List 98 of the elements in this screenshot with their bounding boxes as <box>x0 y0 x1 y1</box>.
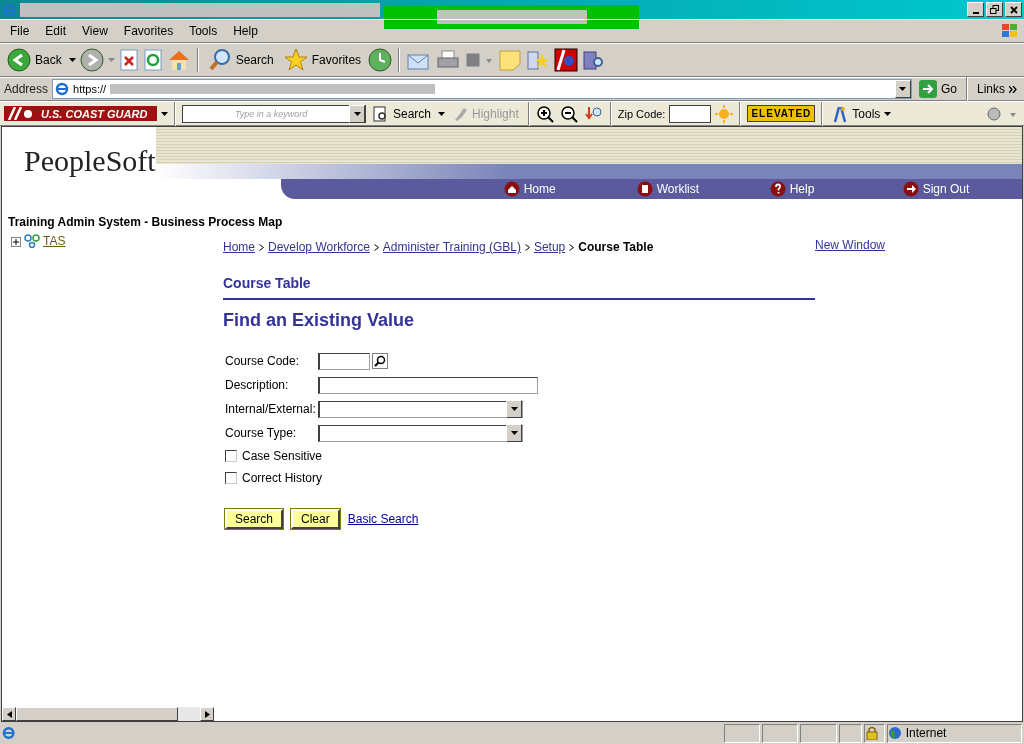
field-label: Course Code: <box>225 354 301 368</box>
field-label: Description: <box>225 378 290 392</box>
nav-link[interactable]: Home <box>503 179 637 199</box>
favorites-star-icon[interactable] <box>526 49 551 71</box>
search-button[interactable]: Search <box>370 103 435 124</box>
help-icon <box>769 181 786 197</box>
dropdown-arrow-icon <box>510 431 518 435</box>
threat-level-badge[interactable]: ELEVATED <box>747 105 816 122</box>
close-icon <box>1009 5 1018 14</box>
left-arrow-icon[interactable] <box>6 710 12 718</box>
input-field[interactable] <box>318 376 538 394</box>
list-icon <box>636 181 653 197</box>
search-page-icon <box>373 105 389 122</box>
dropdown-button[interactable] <box>894 80 911 98</box>
new-window-link[interactable]: New Window <box>815 238 886 529</box>
process-map-icon <box>24 234 40 248</box>
history-icon[interactable] <box>368 48 393 72</box>
restore-icon <box>990 5 999 14</box>
menu-item[interactable]: File <box>4 24 36 38</box>
breadcrumb-link[interactable]: Develop Workforce <box>268 240 370 254</box>
expand-toggle[interactable] <box>11 237 21 247</box>
menu-item[interactable]: Edit <box>39 24 73 38</box>
caret-icon <box>161 111 168 116</box>
dropdown-arrow-icon <box>510 407 518 411</box>
back-button[interactable]: Back <box>4 46 65 74</box>
page-icon <box>55 82 70 96</box>
globe-icon <box>887 726 902 740</box>
select-field[interactable] <box>318 424 523 442</box>
tools-icon <box>832 104 849 123</box>
caret-icon <box>107 58 115 62</box>
menu-item[interactable]: View <box>76 24 114 38</box>
section-title: Course Table <box>223 275 815 300</box>
zoom-in-icon[interactable] <box>535 104 556 123</box>
home-icon <box>503 181 520 197</box>
links-button[interactable]: Links <box>974 80 1020 98</box>
right-arrow-icon[interactable] <box>204 710 210 718</box>
chevron-icon <box>524 243 530 251</box>
select-field[interactable] <box>318 400 523 418</box>
minimize-button[interactable] <box>967 2 984 17</box>
page-icon <box>2 726 16 740</box>
menu-item[interactable]: Favorites <box>117 24 180 38</box>
chevron-icon <box>569 243 575 251</box>
security-zone: Internet <box>905 726 947 740</box>
lookup-button[interactable] <box>372 353 388 369</box>
search-icon <box>207 48 232 72</box>
lock-icon <box>864 726 879 740</box>
restore-button[interactable] <box>986 2 1003 17</box>
caret-icon <box>68 58 76 62</box>
browser-icon <box>2 2 16 17</box>
status-pane <box>762 723 799 743</box>
breadcrumb-link[interactable]: Administer Training (GBL) <box>382 240 521 254</box>
caret-icon <box>899 87 907 91</box>
nav-link[interactable]: Worklist <box>636 179 770 199</box>
close-button[interactable] <box>1005 2 1022 17</box>
checkbox[interactable]: Correct History <box>225 469 815 487</box>
menu-item[interactable]: Help <box>227 24 264 38</box>
go-button[interactable]: Go <box>915 78 960 100</box>
status-pane <box>723 723 761 743</box>
horizontal-scrollbar[interactable] <box>2 707 214 721</box>
chevrons-icon <box>1009 85 1017 93</box>
address-field[interactable]: https:// <box>52 79 912 99</box>
breadcrumb-link[interactable]: Home <box>223 240 255 254</box>
peoplesoft-logo: PeopleSoft <box>24 143 156 178</box>
address-label: Address <box>4 82 49 96</box>
windows-logo-icon <box>1000 22 1020 40</box>
menu-item[interactable]: Tools <box>183 24 224 38</box>
tools-button[interactable]: Tools <box>829 102 895 125</box>
zoom-out-icon[interactable] <box>559 104 580 123</box>
search-button[interactable]: Search <box>204 46 277 74</box>
nav-link[interactable]: Help <box>769 179 903 199</box>
printer-icon[interactable] <box>436 49 461 71</box>
checkbox[interactable]: Case Sensitive <box>225 447 815 465</box>
star-icon <box>283 48 308 72</box>
minimize-icon <box>972 11 979 14</box>
tree-link[interactable]: TAS <box>43 234 66 248</box>
zip-code-label: Zip Code: <box>617 107 666 120</box>
input-field[interactable] <box>318 352 370 370</box>
form-button[interactable]: Search <box>225 509 284 529</box>
sidebar-title: Training Admin System - Business Process Map <box>8 215 284 229</box>
stop-icon[interactable] <box>118 49 139 71</box>
current-page-label: Course Table <box>578 240 654 254</box>
highlighter-icon <box>452 105 469 122</box>
form-button[interactable]: Clear <box>291 509 340 529</box>
dropdown-arrow-icon <box>353 111 361 116</box>
caret-icon <box>438 111 446 116</box>
refresh-icon[interactable] <box>142 49 163 71</box>
favorites-button[interactable]: Favorites <box>280 46 365 74</box>
field-label: Internal/External: <box>225 402 317 416</box>
nav-link[interactable]: Sign Out <box>902 179 1022 199</box>
basic-search-link[interactable]: Basic Search <box>347 512 419 526</box>
zip-code-field[interactable] <box>669 104 712 123</box>
caret-icon <box>884 111 892 116</box>
field-label: Course Type: <box>225 426 298 440</box>
brand-logo[interactable]: U.S. COAST GUARD <box>4 106 157 121</box>
breadcrumb-link[interactable]: Setup <box>533 240 566 254</box>
chevron-icon <box>259 243 264 251</box>
page-heading: Find an Existing Value <box>223 310 416 331</box>
chevron-icon <box>373 243 379 251</box>
